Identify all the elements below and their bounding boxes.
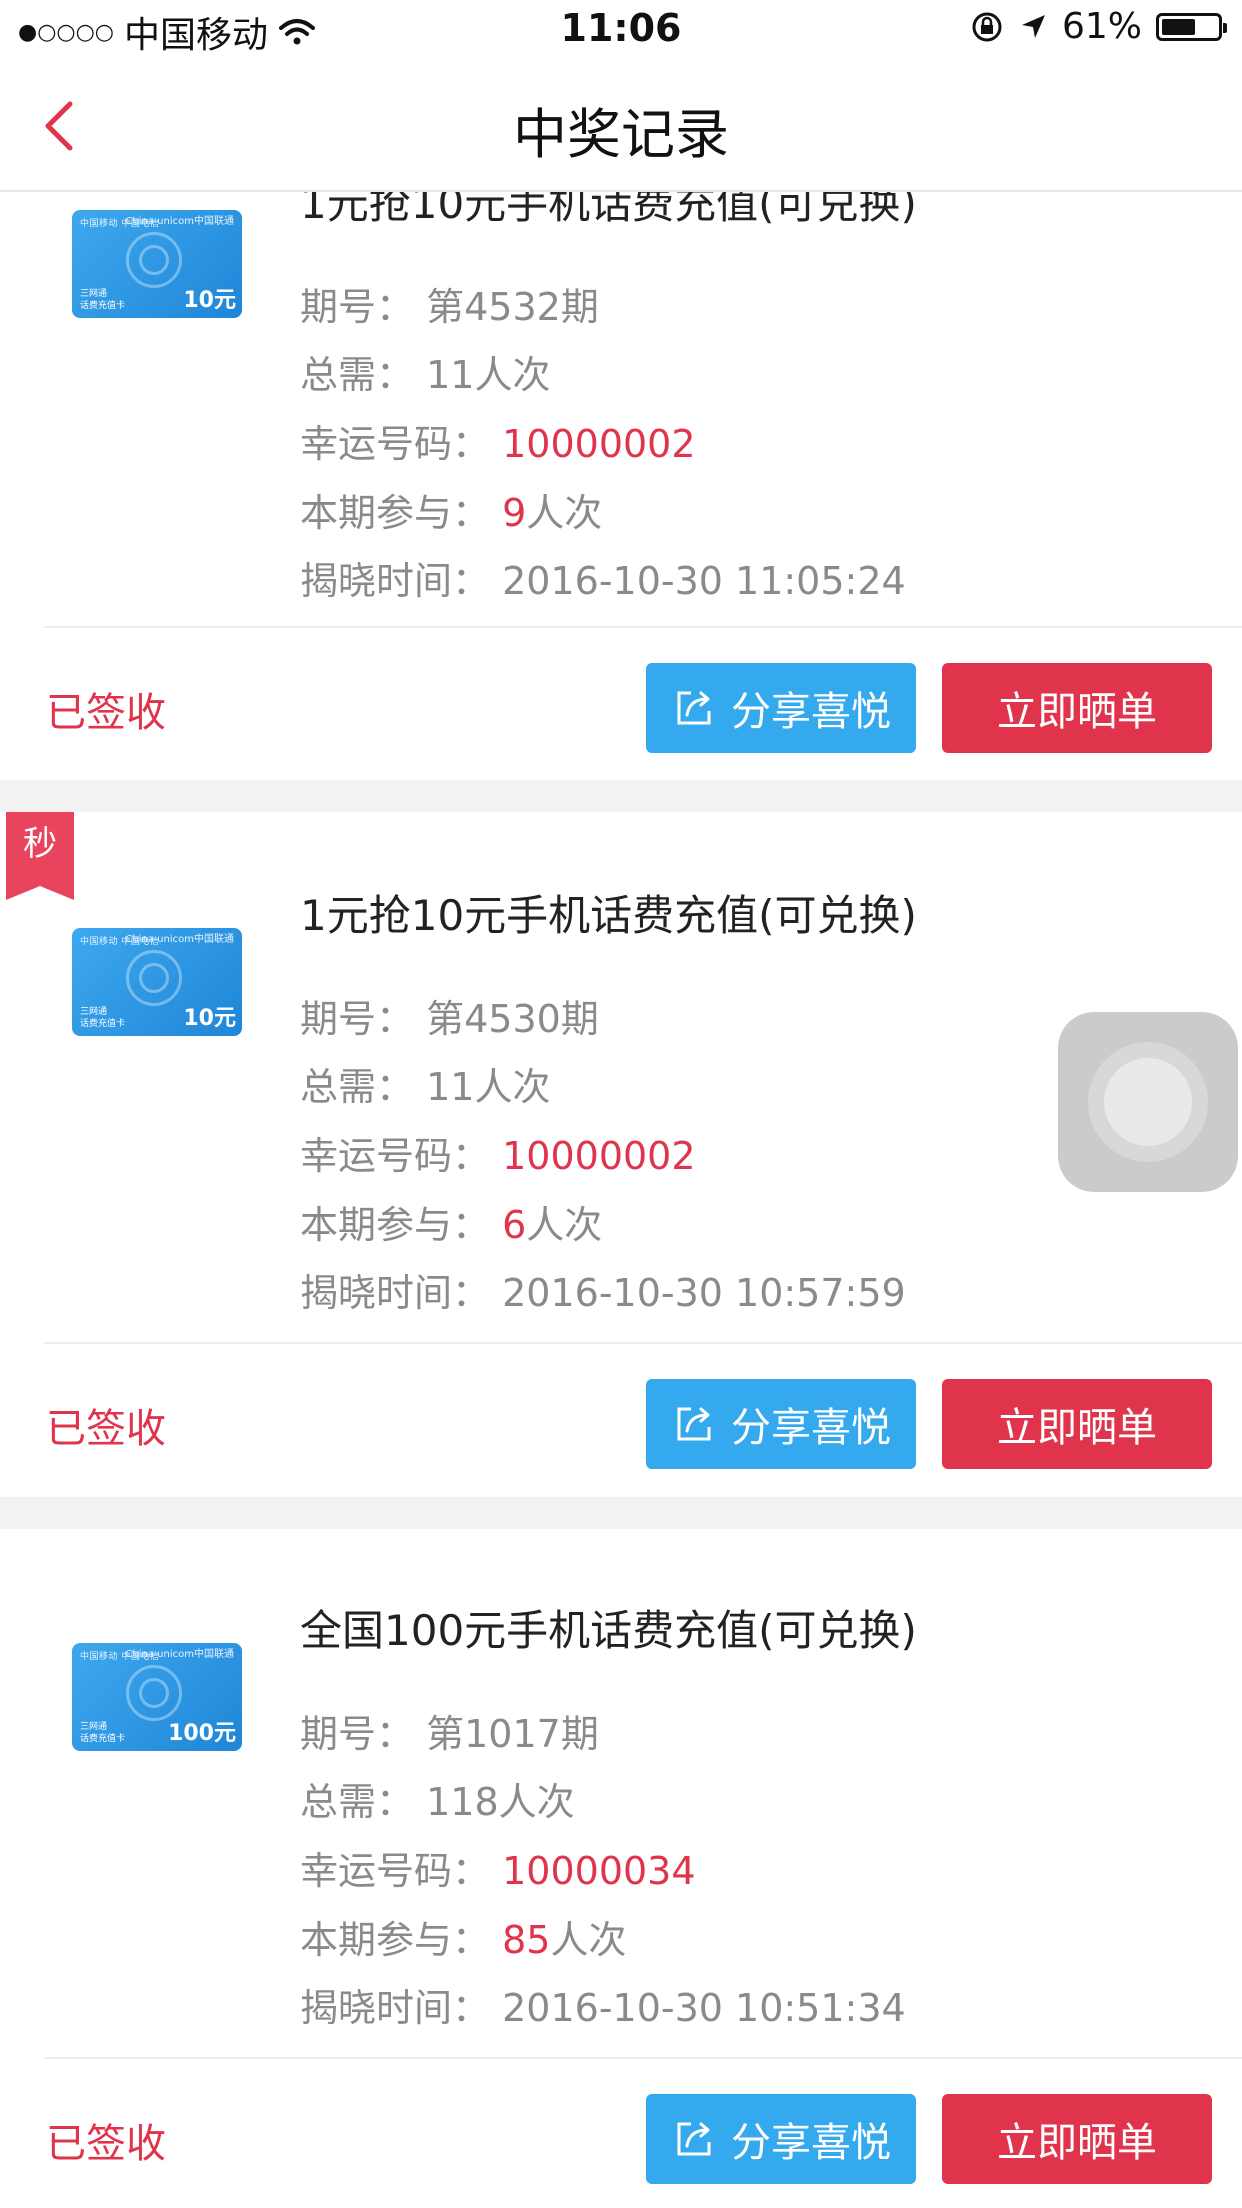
status-signed: 已签收: [46, 1406, 166, 1452]
section-gap: [0, 780, 1242, 812]
status-bar: ●○○○○ 中国移动 11:06 61%: [0, 0, 1242, 62]
records-list[interactable]: 1元抢10元手机话费充值(可兑换) 中国移动 中国电信 China unicom…: [0, 0, 1242, 2208]
card-value: 10元: [183, 288, 236, 313]
share-icon: [677, 691, 711, 725]
recharge-card-image[interactable]: 中国移动 中国电信 China unicom中国联通 三网通 话费充值卡 100元: [72, 1643, 242, 1751]
share-button[interactable]: 分享喜悦: [646, 1379, 916, 1469]
divider: [44, 1342, 1242, 1344]
record-card: 1元抢10元手机话费充值(可兑换) 中国移动 中国电信 China unicom…: [0, 130, 1242, 780]
card-caption: 三网通 话费充值卡: [80, 289, 126, 311]
total-row: 总需： 118人次: [300, 1780, 575, 1824]
china-mobile-logo-icon: [126, 950, 182, 1006]
battery-percent: 61%: [1061, 6, 1142, 47]
show-order-button-label: 立即晒单: [997, 689, 1157, 735]
show-order-button[interactable]: 立即晒单: [942, 663, 1212, 753]
total-row: 总需： 11人次: [300, 353, 551, 397]
card-caption: 三网通 话费充值卡: [80, 1007, 126, 1029]
show-order-button-label: 立即晒单: [997, 1405, 1157, 1451]
share-button-label: 分享喜悦: [731, 2120, 891, 2166]
period-row: 期号： 第4532期: [300, 285, 599, 329]
card-unicom-text: China unicom中国联通: [125, 934, 234, 945]
joined-row: 本期参与： 6人次: [300, 1203, 603, 1247]
record-card: 秒 1元抢10元手机话费充值(可兑换) 中国移动 中国电信 China unic…: [0, 812, 1242, 1502]
share-button[interactable]: 分享喜悦: [646, 663, 916, 753]
divider: [44, 2057, 1242, 2059]
card-unicom-text: China unicom中国联通: [125, 1649, 234, 1660]
show-order-button-label: 立即晒单: [997, 2120, 1157, 2166]
share-icon: [677, 2122, 711, 2156]
record-card: 全国100元手机话费充值(可兑换) 中国移动 中国电信 China unicom…: [0, 1529, 1242, 2208]
card-unicom-text: China unicom中国联通: [125, 216, 234, 227]
share-icon: [677, 1407, 711, 1441]
share-button-label: 分享喜悦: [731, 1405, 891, 1451]
china-mobile-logo-icon: [126, 232, 182, 288]
product-title[interactable]: 1元抢10元手机话费充值(可兑换): [300, 882, 917, 943]
joined-row: 本期参与： 9人次: [300, 491, 603, 535]
page-title: 中奖记录: [513, 103, 729, 166]
show-order-button[interactable]: 立即晒单: [942, 2094, 1212, 2184]
reveal-time-row: 揭晓时间： 2016-10-30 10:51:34: [300, 1986, 906, 2030]
share-button-label: 分享喜悦: [731, 689, 891, 735]
card-caption: 三网通 话费充值卡: [80, 1722, 126, 1744]
lucky-number-row: 幸运号码： 10000034: [300, 1849, 696, 1893]
section-gap: [0, 1497, 1242, 1529]
show-order-button[interactable]: 立即晒单: [942, 1379, 1212, 1469]
battery-icon: [1156, 12, 1227, 41]
card-value: 10元: [183, 1006, 236, 1031]
status-signed: 已签收: [46, 2121, 166, 2167]
recharge-card-image[interactable]: 中国移动 中国电信 China unicom中国联通 三网通 话费充值卡 10元: [72, 210, 242, 318]
lucky-number-row: 幸运号码： 10000002: [300, 1134, 696, 1178]
product-title[interactable]: 全国100元手机话费充值(可兑换): [300, 1597, 917, 1658]
orientation-lock-icon: [972, 12, 1002, 41]
joined-row: 本期参与： 85人次: [300, 1918, 627, 1962]
period-row: 期号： 第4530期: [300, 997, 599, 1041]
recharge-card-image[interactable]: 中国移动 中国电信 China unicom中国联通 三网通 话费充值卡 10元: [72, 928, 242, 1036]
flash-sale-tag: 秒: [6, 812, 74, 900]
status-right-group: 61%: [970, 6, 1227, 47]
reveal-time-row: 揭晓时间： 2016-10-30 10:57:59: [300, 1271, 906, 1315]
assistive-touch-button[interactable]: [1058, 1012, 1238, 1192]
period-row: 期号： 第1017期: [300, 1712, 599, 1756]
china-mobile-logo-icon: [126, 1665, 182, 1721]
assistive-touch-dot: [1104, 1058, 1192, 1146]
status-signed: 已签收: [46, 690, 166, 736]
nav-bar: 中奖记录: [0, 62, 1242, 192]
lucky-number-row: 幸运号码： 10000002: [300, 422, 696, 466]
divider: [44, 626, 1242, 628]
card-value: 100元: [168, 1721, 236, 1746]
location-arrow-icon: [1021, 14, 1045, 38]
share-button[interactable]: 分享喜悦: [646, 2094, 916, 2184]
reveal-time-row: 揭晓时间： 2016-10-30 11:05:24: [300, 559, 906, 603]
total-row: 总需： 11人次: [300, 1065, 551, 1109]
